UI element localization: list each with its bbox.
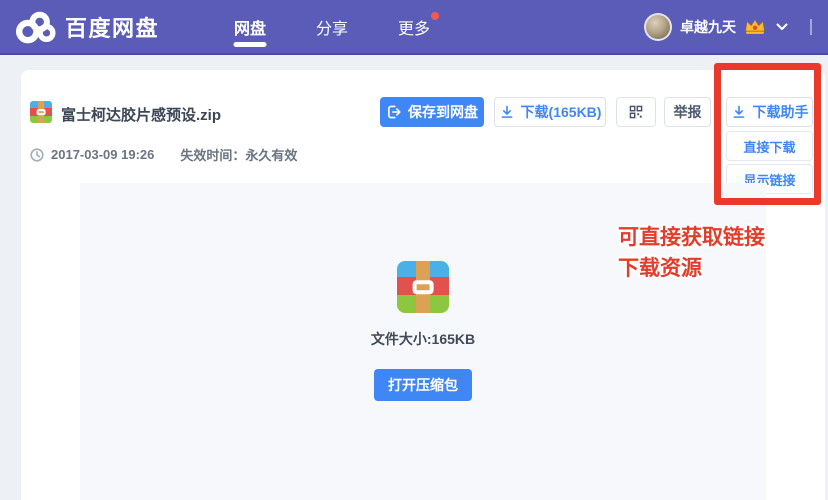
tab-share[interactable]: 分享 bbox=[291, 0, 373, 54]
tab-netdisk-label: 网盘 bbox=[234, 20, 267, 38]
page: 百度网盘 网盘 分享 更多 卓越九天 富士柯达胶片感预设.zip 2017-03… bbox=[0, 0, 828, 500]
export-icon bbox=[388, 105, 401, 119]
save-label: 保存到网盘 bbox=[408, 104, 478, 120]
brand-name: 百度网盘 bbox=[65, 15, 160, 41]
share-panel: 富士柯达胶片感预设.zip 2017-03-09 19:26 失效时间：永久有效… bbox=[21, 70, 825, 500]
report-label: 举报 bbox=[673, 104, 702, 120]
main-nav: 网盘 分享 更多 bbox=[209, 0, 455, 54]
download-button[interactable]: 下载(165KB) bbox=[494, 97, 606, 127]
download-arrow-icon bbox=[501, 105, 512, 118]
file-meta: 2017-03-09 19:26 失效时间：永久有效 bbox=[30, 145, 297, 164]
zip-file-icon bbox=[30, 101, 52, 123]
file-name: 富士柯达胶片感预设.zip bbox=[61, 107, 222, 124]
avatar bbox=[644, 12, 672, 41]
download-helper-button[interactable]: 下载助手 bbox=[726, 97, 813, 127]
file-size-label: 文件大小:165KB bbox=[370, 331, 476, 347]
download-label: 下载(165KB) bbox=[520, 104, 602, 120]
tab-more-label: 更多 bbox=[398, 20, 431, 38]
share-time: 2017-03-09 19:26 bbox=[51, 147, 155, 162]
clock-icon bbox=[30, 147, 44, 162]
notification-dot bbox=[431, 12, 440, 20]
tab-netdisk[interactable]: 网盘 bbox=[209, 0, 291, 54]
username: 卓越九天 bbox=[680, 18, 736, 35]
brand[interactable]: 百度网盘 bbox=[16, 10, 159, 44]
tab-share-label: 分享 bbox=[316, 20, 349, 38]
qr-code-button[interactable] bbox=[616, 97, 656, 127]
user-menu[interactable]: 卓越九天 bbox=[644, 12, 812, 41]
download-arrow-icon bbox=[733, 105, 744, 118]
top-navbar: 百度网盘 网盘 分享 更多 卓越九天 bbox=[0, 0, 828, 55]
download-helper-label: 下载助手 bbox=[752, 104, 809, 120]
annotation-line-2: 下载资源 bbox=[618, 257, 702, 280]
header-divider bbox=[810, 18, 812, 35]
annotation-text: 可直接获取链接 下载资源 bbox=[618, 222, 765, 284]
open-archive-button[interactable]: 打开压缩包 bbox=[374, 369, 472, 401]
vip-crown-icon bbox=[745, 19, 765, 34]
active-tab-underline bbox=[233, 42, 267, 47]
menu-item-direct-download[interactable]: 直接下载 bbox=[726, 131, 813, 161]
expire-info: 失效时间：永久有效 bbox=[180, 148, 298, 163]
report-button[interactable]: 举报 bbox=[664, 97, 711, 127]
annotation-line-1: 可直接获取链接 bbox=[618, 226, 765, 249]
chevron-down-icon bbox=[776, 23, 788, 30]
tab-more[interactable]: 更多 bbox=[373, 0, 455, 54]
save-to-netdisk-button[interactable]: 保存到网盘 bbox=[380, 97, 484, 127]
zip-archive-icon bbox=[397, 261, 449, 313]
qr-code-icon bbox=[629, 105, 643, 119]
baidu-cloud-icon bbox=[16, 11, 56, 43]
